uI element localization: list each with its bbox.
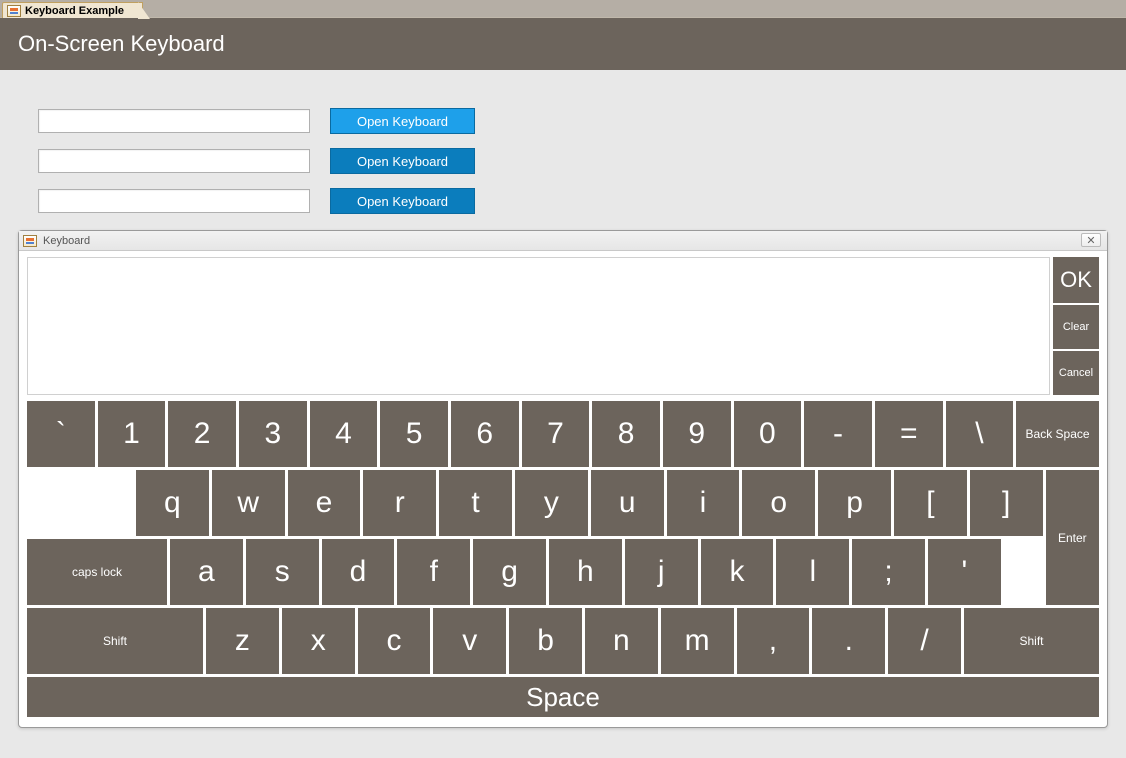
key-shift-right[interactable]: Shift: [964, 608, 1099, 674]
form-area: Open Keyboard Open Keyboard Open Keyboar…: [0, 70, 1126, 248]
tab-keyboard-example[interactable]: Keyboard Example: [2, 2, 143, 18]
key-minus[interactable]: -: [804, 401, 872, 467]
key-m[interactable]: m: [661, 608, 734, 674]
key-row-4: Shift z x c v b n m , . / Shift: [27, 608, 1099, 674]
key-l[interactable]: l: [776, 539, 849, 605]
key-a[interactable]: a: [170, 539, 243, 605]
key-6[interactable]: 6: [451, 401, 519, 467]
key-3[interactable]: 3: [239, 401, 307, 467]
keyboard-side-buttons: OK Clear Cancel: [1053, 257, 1099, 395]
key-x[interactable]: x: [282, 608, 355, 674]
key-8[interactable]: 8: [592, 401, 660, 467]
key-5[interactable]: 5: [380, 401, 448, 467]
key-4[interactable]: 4: [310, 401, 378, 467]
key-i[interactable]: i: [667, 470, 740, 536]
keyboard-top: OK Clear Cancel: [25, 257, 1101, 395]
key-p[interactable]: p: [818, 470, 891, 536]
keyboard-display[interactable]: [27, 257, 1050, 395]
key-e[interactable]: e: [288, 470, 361, 536]
close-button[interactable]: ✕: [1081, 233, 1101, 247]
key-7[interactable]: 7: [522, 401, 590, 467]
form-row: Open Keyboard: [38, 148, 1126, 174]
form-icon: [23, 235, 37, 247]
keyboard-body: OK Clear Cancel ` 1 2 3 4 5 6 7 8 9 0 - …: [19, 251, 1107, 727]
key-shift-left[interactable]: Shift: [27, 608, 203, 674]
clear-button[interactable]: Clear: [1053, 305, 1099, 349]
form-row: Open Keyboard: [38, 188, 1126, 214]
open-keyboard-button-3[interactable]: Open Keyboard: [330, 188, 475, 214]
key-slash[interactable]: /: [888, 608, 961, 674]
key-y[interactable]: y: [515, 470, 588, 536]
key-1[interactable]: 1: [98, 401, 166, 467]
key-left-bracket[interactable]: [: [894, 470, 967, 536]
key-row-1: ` 1 2 3 4 5 6 7 8 9 0 - = \ Back Space: [27, 401, 1099, 467]
key-capslock[interactable]: caps lock: [27, 539, 167, 605]
form-icon: [7, 5, 21, 17]
key-g[interactable]: g: [473, 539, 546, 605]
key-backtick[interactable]: `: [27, 401, 95, 467]
key-k[interactable]: k: [701, 539, 774, 605]
ok-button[interactable]: OK: [1053, 257, 1099, 303]
open-keyboard-button-2[interactable]: Open Keyboard: [330, 148, 475, 174]
keyboard-titlebar[interactable]: Keyboard ✕: [19, 231, 1107, 251]
key-t[interactable]: t: [439, 470, 512, 536]
key-right-bracket[interactable]: ]: [970, 470, 1043, 536]
key-enter[interactable]: Enter: [1046, 470, 1099, 605]
key-f[interactable]: f: [397, 539, 470, 605]
text-input-3[interactable]: [38, 189, 310, 213]
key-s[interactable]: s: [246, 539, 319, 605]
key-q[interactable]: q: [136, 470, 209, 536]
key-0[interactable]: 0: [734, 401, 802, 467]
key-backslash[interactable]: \: [946, 401, 1014, 467]
key-row-5: Space: [27, 677, 1099, 717]
key-row-3: caps lock a s d f g h j k l ; ': [27, 539, 1043, 605]
keyboard-title: Keyboard: [43, 235, 90, 247]
tab-strip: Keyboard Example: [0, 0, 1126, 18]
keyboard-rows: ` 1 2 3 4 5 6 7 8 9 0 - = \ Back Space: [25, 401, 1101, 721]
key-backspace[interactable]: Back Space: [1016, 401, 1099, 467]
key-c[interactable]: c: [358, 608, 431, 674]
key-apostrophe[interactable]: ': [928, 539, 1001, 605]
key-o[interactable]: o: [742, 470, 815, 536]
key-period[interactable]: .: [812, 608, 885, 674]
key-h[interactable]: h: [549, 539, 622, 605]
text-input-1[interactable]: [38, 109, 310, 133]
key-z[interactable]: z: [206, 608, 279, 674]
key-rows-2-3-left: q w e r t y u i o p [ ] caps lock: [27, 470, 1043, 605]
keyboard-window: Keyboard ✕ OK Clear Cancel ` 1 2 3 4 5 6: [18, 230, 1108, 728]
row2-spacer: [27, 470, 133, 536]
key-semicolon[interactable]: ;: [852, 539, 925, 605]
key-2[interactable]: 2: [168, 401, 236, 467]
text-input-2[interactable]: [38, 149, 310, 173]
key-d[interactable]: d: [322, 539, 395, 605]
key-b[interactable]: b: [509, 608, 582, 674]
page-title: On-Screen Keyboard: [18, 31, 225, 57]
key-v[interactable]: v: [433, 608, 506, 674]
key-n[interactable]: n: [585, 608, 658, 674]
key-comma[interactable]: ,: [737, 608, 810, 674]
key-equals[interactable]: =: [875, 401, 943, 467]
key-r[interactable]: r: [363, 470, 436, 536]
key-row-2: q w e r t y u i o p [ ]: [27, 470, 1043, 536]
key-j[interactable]: j: [625, 539, 698, 605]
key-u[interactable]: u: [591, 470, 664, 536]
key-space[interactable]: Space: [27, 677, 1099, 717]
tab-label: Keyboard Example: [25, 5, 124, 17]
form-row: Open Keyboard: [38, 108, 1126, 134]
page-header: On-Screen Keyboard: [0, 18, 1126, 70]
key-w[interactable]: w: [212, 470, 285, 536]
open-keyboard-button-1[interactable]: Open Keyboard: [330, 108, 475, 134]
cancel-button[interactable]: Cancel: [1053, 351, 1099, 395]
key-rows-2-3-wrap: q w e r t y u i o p [ ] caps lock: [27, 470, 1099, 605]
close-icon: ✕: [1086, 234, 1095, 247]
key-9[interactable]: 9: [663, 401, 731, 467]
